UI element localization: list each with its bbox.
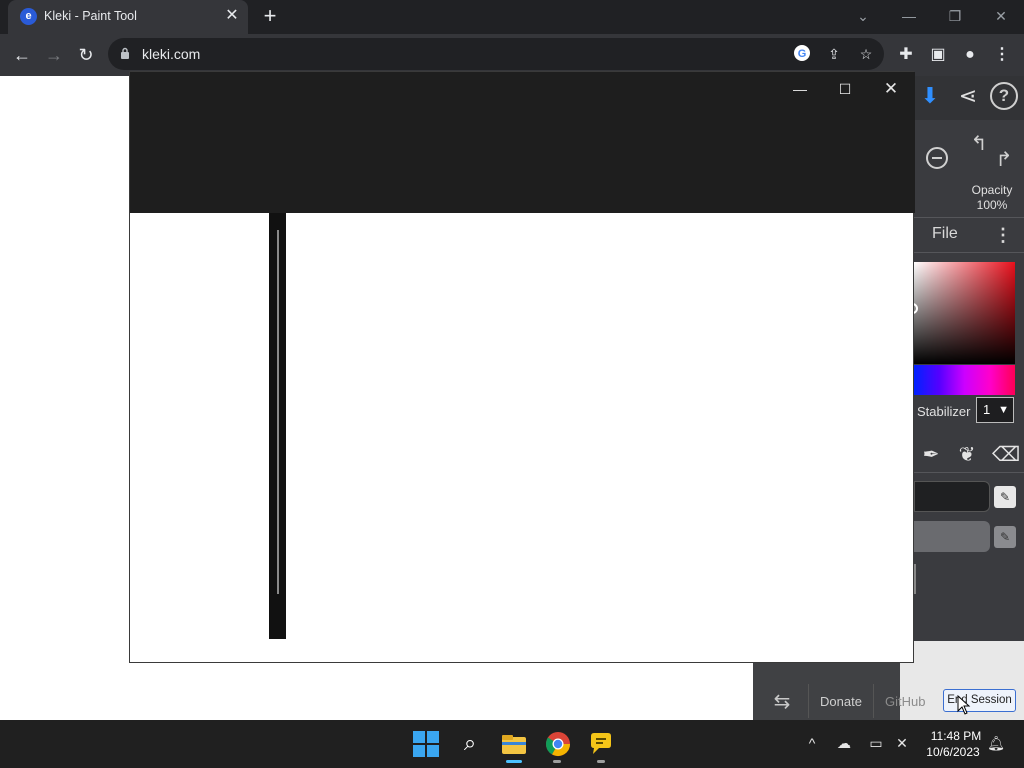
close-icon[interactable]: ✕ bbox=[876, 77, 906, 101]
volume-muted-icon[interactable]: ✕ bbox=[892, 733, 912, 753]
url-text[interactable]: kleki.com bbox=[142, 46, 200, 62]
browser-tab[interactable]: e Kleki - Paint Tool ✕ bbox=[8, 0, 248, 34]
swap-side-icon[interactable]: ⇆ bbox=[770, 690, 794, 714]
side-panel-icon[interactable]: ▣ bbox=[926, 43, 950, 67]
minimize-icon[interactable]: — bbox=[785, 77, 815, 101]
divider bbox=[873, 684, 874, 718]
running-app-indicator bbox=[597, 760, 605, 763]
scrollbar-thumb[interactable] bbox=[277, 230, 279, 594]
blend-tool-icon[interactable]: ❦ bbox=[954, 442, 980, 468]
windows-start-icon[interactable] bbox=[410, 728, 442, 760]
pen-tool-icon[interactable]: ✒ bbox=[918, 442, 944, 468]
divider bbox=[914, 217, 1024, 218]
share-page-icon[interactable]: ⇪ bbox=[824, 44, 844, 64]
layer-edit-pencil-icon[interactable]: ✎ bbox=[994, 486, 1016, 508]
help-icon[interactable]: ? bbox=[990, 82, 1018, 110]
tab-title: Kleki - Paint Tool bbox=[44, 9, 137, 23]
restore-window-icon[interactable]: ❐ bbox=[937, 4, 973, 28]
stabilizer-label: Stabilizer bbox=[917, 404, 971, 419]
divider bbox=[914, 252, 1024, 253]
profile-icon[interactable]: ● bbox=[958, 43, 982, 67]
minimize-window-icon[interactable]: — bbox=[891, 4, 927, 28]
layer-edit-pencil-icon[interactable]: ✎ bbox=[994, 526, 1016, 548]
opacity-label: Opacity bbox=[971, 183, 1013, 197]
clock-time[interactable]: 11:48 PM bbox=[926, 729, 986, 743]
stabilizer-value: 1 bbox=[983, 402, 991, 417]
floating-window: — ☐ ✕ bbox=[129, 71, 915, 663]
chrome-icon[interactable] bbox=[542, 728, 574, 760]
chevron-up-icon[interactable]: ^ bbox=[802, 733, 822, 753]
share-icon[interactable]: ⋖ bbox=[954, 82, 982, 110]
onedrive-cloud-icon[interactable]: ☁ bbox=[834, 733, 854, 753]
tab-strip: e Kleki - Paint Tool ✕ + ⌄ — ❐ ✕ bbox=[0, 0, 1024, 34]
kebab-menu-icon[interactable]: ⋮ bbox=[990, 43, 1014, 67]
maximize-icon[interactable]: ☐ bbox=[830, 77, 860, 101]
tab-close-icon[interactable]: ✕ bbox=[222, 6, 242, 26]
donate-link[interactable]: Donate bbox=[820, 694, 862, 709]
more-options-icon[interactable]: ⋮ bbox=[994, 224, 1012, 246]
opacity-value[interactable]: 100% bbox=[960, 198, 1024, 212]
svg-text:G: G bbox=[798, 48, 807, 60]
active-app-indicator bbox=[506, 760, 522, 763]
divider bbox=[914, 472, 1024, 473]
lock-icon[interactable] bbox=[120, 47, 130, 59]
undo-icon[interactable]: ↰ bbox=[965, 130, 993, 158]
tab-file[interactable]: File bbox=[932, 225, 958, 243]
running-app-indicator bbox=[553, 760, 561, 763]
chevron-down-icon: ▼ bbox=[998, 404, 1009, 416]
search-icon[interactable]: ⌕ bbox=[454, 728, 486, 760]
kleki-favicon-icon: e bbox=[20, 8, 37, 25]
zoom-out-icon[interactable] bbox=[926, 147, 948, 169]
redo-icon[interactable]: ↱ bbox=[990, 146, 1018, 174]
chat-app-icon[interactable] bbox=[585, 728, 617, 760]
color-saturation-picker[interactable] bbox=[914, 262, 1015, 364]
layer-item-active[interactable] bbox=[914, 481, 990, 512]
reload-icon[interactable]: ↻ bbox=[74, 43, 98, 67]
clock-date[interactable]: 10/6/2023 bbox=[920, 745, 986, 759]
new-tab-icon[interactable]: + bbox=[258, 5, 282, 29]
mouse-pointer-icon bbox=[957, 695, 971, 715]
end-session-button[interactable]: End Session bbox=[943, 689, 1016, 712]
forward-arrow-icon[interactable]: → bbox=[42, 43, 66, 67]
address-bar[interactable]: kleki.com G ⇪ ☆ bbox=[108, 38, 884, 70]
tab-search-icon[interactable]: ⌄ bbox=[845, 4, 881, 28]
layer-item[interactable] bbox=[914, 521, 990, 552]
layer-preview-edge bbox=[914, 564, 916, 594]
bookmark-star-icon[interactable]: ☆ bbox=[856, 44, 876, 64]
browser-toolbar: ← → ↻ kleki.com G ⇪ ☆ ✚ ▣ ● ⋮ bbox=[0, 34, 1024, 76]
close-window-icon[interactable]: ✕ bbox=[983, 4, 1019, 28]
download-icon[interactable]: ⬇ bbox=[916, 82, 944, 110]
hue-slider[interactable] bbox=[914, 365, 1015, 395]
extensions-puzzle-icon[interactable]: ✚ bbox=[894, 43, 918, 67]
file-explorer-icon[interactable] bbox=[498, 728, 530, 760]
monitor-icon[interactable]: ▭ bbox=[866, 733, 886, 753]
stabilizer-select[interactable]: 1 ▼ bbox=[976, 397, 1014, 423]
notification-bell-icon[interactable]: 🔔︎ bbox=[986, 733, 1006, 753]
eraser-icon[interactable]: ⌫ bbox=[992, 442, 1020, 468]
google-lens-icon[interactable]: G bbox=[792, 44, 812, 64]
window-title-bar[interactable]: — ☐ ✕ bbox=[130, 72, 915, 213]
divider bbox=[808, 684, 809, 718]
github-link[interactable]: GitHub bbox=[885, 694, 925, 709]
back-arrow-icon[interactable]: ← bbox=[10, 43, 34, 67]
